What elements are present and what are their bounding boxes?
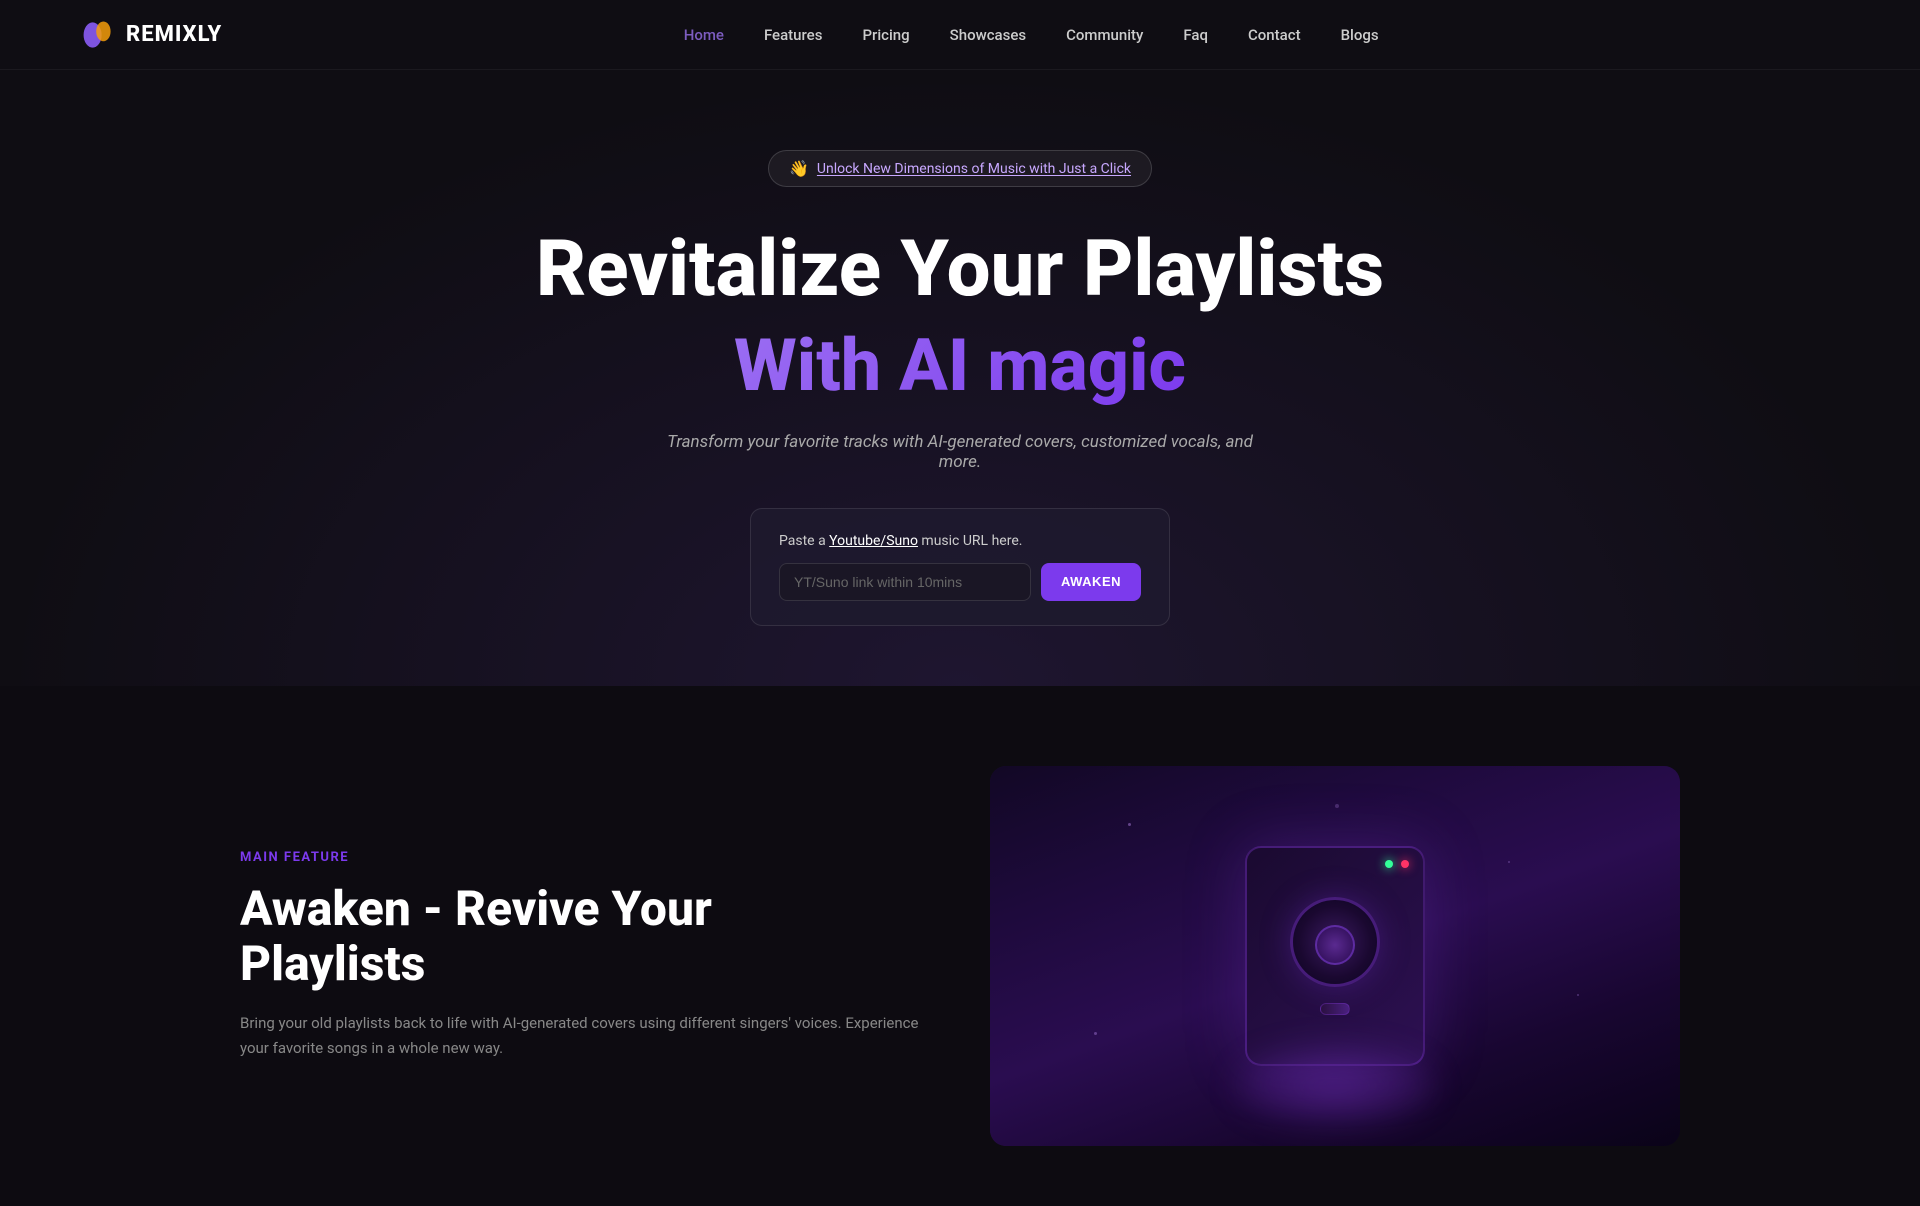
glow-dot-green	[1385, 860, 1393, 868]
particle	[1094, 1032, 1097, 1035]
url-input-row: AWAKEN	[779, 563, 1141, 601]
feature-image	[990, 766, 1680, 1146]
url-label-prefix: Paste a	[779, 533, 829, 549]
url-label-suffix: music URL here.	[918, 533, 1022, 549]
speaker-tweeter	[1320, 1003, 1350, 1015]
speaker-cone-inner	[1315, 925, 1355, 965]
section-label: MAIN FEATURE	[240, 850, 930, 865]
hero-title-main: Revitalize Your Playlists	[536, 227, 1384, 313]
nav-features[interactable]: Features	[764, 26, 822, 44]
brand-name: REMIXLY	[126, 22, 222, 47]
feature-content: MAIN FEATURE Awaken - Revive Your Playli…	[240, 850, 930, 1062]
feature-title-line1: Awaken - Revive Your	[240, 880, 712, 937]
glow-dot-red	[1401, 860, 1409, 868]
speaker-cone	[1290, 897, 1380, 987]
particle	[1128, 823, 1131, 826]
particle	[1335, 804, 1339, 808]
awaken-button[interactable]: AWAKEN	[1041, 563, 1141, 601]
feature-title-line2: Playlists	[240, 935, 425, 992]
nav-links: Home Features Pricing Showcases Communit…	[684, 25, 1379, 44]
studio-visual	[990, 766, 1680, 1146]
hero-section: 👋 Unlock New Dimensions of Music with Ju…	[0, 70, 1920, 686]
nav-community[interactable]: Community	[1066, 26, 1143, 44]
nav-pricing[interactable]: Pricing	[862, 26, 909, 44]
feature-description: Bring your old playlists back to life wi…	[240, 1011, 930, 1062]
studio-speaker	[1245, 846, 1425, 1066]
features-section: MAIN FEATURE Awaken - Revive Your Playli…	[0, 686, 1920, 1206]
navbar: REMIXLY Home Features Pricing Showcases …	[0, 0, 1920, 70]
hero-description: Transform your favorite tracks with AI-g…	[660, 432, 1260, 472]
nav-blogs[interactable]: Blogs	[1341, 26, 1379, 44]
bg-glow-purple	[1235, 1046, 1435, 1126]
hero-badge[interactable]: 👋 Unlock New Dimensions of Music with Ju…	[768, 150, 1152, 187]
badge-wave-icon: 👋	[789, 159, 809, 178]
badge-text: Unlock New Dimensions of Music with Just…	[817, 161, 1131, 177]
logo[interactable]: REMIXLY	[80, 17, 222, 53]
nav-showcases[interactable]: Showcases	[950, 26, 1026, 44]
url-box: Paste a Youtube/Suno music URL here. AWA…	[750, 508, 1170, 626]
features-grid: MAIN FEATURE Awaken - Revive Your Playli…	[240, 766, 1680, 1146]
nav-contact[interactable]: Contact	[1248, 26, 1301, 44]
url-label-link[interactable]: Youtube/Suno	[829, 533, 918, 549]
nav-faq[interactable]: Faq	[1183, 26, 1208, 44]
particle	[1577, 994, 1579, 996]
particle	[1508, 861, 1510, 863]
url-box-label: Paste a Youtube/Suno music URL here.	[779, 533, 1141, 549]
feature-title: Awaken - Revive Your Playlists	[240, 881, 930, 991]
url-input[interactable]	[779, 563, 1031, 601]
hero-title-sub: With AI magic	[734, 323, 1186, 408]
nav-home[interactable]: Home	[684, 26, 724, 44]
